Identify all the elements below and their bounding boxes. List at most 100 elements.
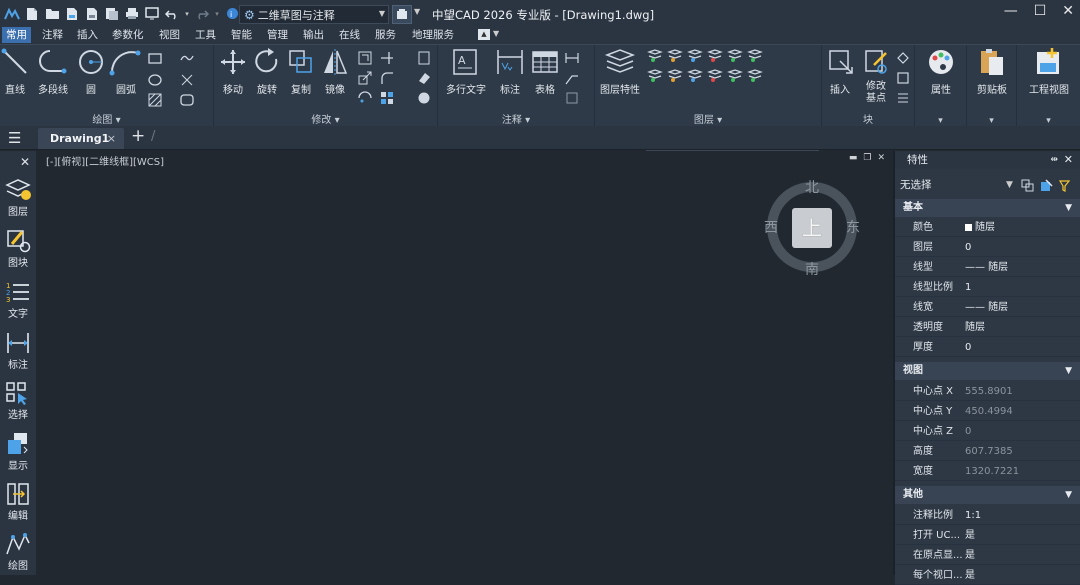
left-item-draw[interactable]: 绘图	[0, 531, 36, 572]
group-annotate-title[interactable]: 注释 ▾	[438, 111, 594, 126]
tab-view[interactable]: 视图	[159, 27, 180, 43]
array-icon[interactable]	[358, 91, 372, 105]
properties-dropdown-icon[interactable]: ▾	[915, 116, 966, 126]
section-basic-header[interactable]: 基本 ▼	[895, 199, 1080, 217]
project-view-dropdown-icon[interactable]: ▾	[1017, 116, 1080, 126]
revcloud-icon[interactable]	[565, 91, 579, 105]
prop-row-ucs-at-origin[interactable]: 在原点显... 是	[895, 547, 1080, 565]
erase-icon[interactable]	[417, 71, 431, 85]
prop-row-annotation-scale[interactable]: 注释比例 1:1	[895, 507, 1080, 525]
viewcube[interactable]: 上 北 南 西 东	[762, 177, 862, 278]
insert-block-button[interactable]: 插入	[824, 47, 856, 96]
prop-row-width[interactable]: 宽度 1320.7221	[895, 463, 1080, 481]
viewport-close-button[interactable]: ✕	[877, 153, 885, 163]
prop-row-height[interactable]: 高度 607.7385	[895, 443, 1080, 461]
compass-top-face[interactable]: 上	[792, 208, 832, 248]
copy-button[interactable]: 复制	[286, 47, 316, 96]
close-tab-icon[interactable]: ×	[107, 128, 116, 149]
region-icon[interactable]	[180, 93, 194, 107]
spline-icon[interactable]	[180, 51, 194, 65]
prop-row-center-y[interactable]: 中心点 Y 450.4994	[895, 403, 1080, 421]
compass-west[interactable]: 西	[764, 217, 778, 237]
maximize-button[interactable]: ☐	[1034, 3, 1047, 19]
clipboard-dropdown-icon[interactable]: ▾	[967, 116, 1016, 126]
prop-row-center-x[interactable]: 中心点 X 555.8901	[895, 383, 1080, 401]
stretch-icon[interactable]	[358, 51, 372, 65]
document-tab[interactable]: Drawing1 ×	[38, 128, 124, 149]
tab-home[interactable]: 常用	[2, 27, 31, 43]
tab-online[interactable]: 在线	[339, 27, 360, 43]
viewport-minimize-button[interactable]: ▬	[849, 153, 858, 163]
undo-dropdown-icon[interactable]: ▾	[184, 5, 190, 22]
prop-row-color[interactable]: 颜色 随层	[895, 219, 1080, 237]
left-item-text[interactable]: 123 文字	[0, 279, 36, 320]
group-draw-title[interactable]: 绘图 ▾	[0, 111, 213, 126]
ribbon-minimize-button[interactable]: ▲	[478, 29, 490, 40]
tab-output[interactable]: 输出	[303, 27, 324, 43]
pin-icon[interactable]: ⇹	[1050, 151, 1058, 169]
prop-row-layer[interactable]: 图层 0	[895, 239, 1080, 257]
chevron-down-icon[interactable]: ▼	[1006, 176, 1013, 194]
redo-icon[interactable]	[194, 5, 210, 22]
tab-insert[interactable]: 插入	[77, 27, 98, 43]
close-button[interactable]: ✕	[1062, 3, 1074, 19]
redo-dropdown-icon[interactable]: ▾	[214, 5, 220, 22]
select-objects-icon[interactable]	[1040, 179, 1053, 192]
rectangle-icon[interactable]	[148, 51, 162, 65]
section-other-header[interactable]: 其他 ▼	[895, 486, 1080, 504]
tab-service[interactable]: 服务	[375, 27, 396, 43]
mtext-button[interactable]: A 多行文字	[444, 47, 488, 96]
trim-icon[interactable]	[380, 51, 394, 65]
app-logo-icon[interactable]	[4, 5, 20, 22]
group-layers-title[interactable]: 图层 ▾	[595, 111, 821, 126]
prop-row-transparency[interactable]: 透明度 随层	[895, 319, 1080, 337]
leader-icon[interactable]	[565, 71, 579, 85]
selection-select[interactable]: 无选择	[900, 176, 932, 194]
minimize-button[interactable]: —	[1004, 3, 1018, 19]
customize-qat-icon[interactable]: ▼	[414, 7, 420, 16]
online-icon[interactable]: i	[224, 5, 240, 22]
arc-button[interactable]: 圆弧	[108, 47, 144, 96]
panel-close-button[interactable]: ✕	[20, 155, 30, 169]
polyline-button[interactable]: 多段线	[34, 47, 72, 96]
left-item-edit[interactable]: 编辑	[0, 481, 36, 522]
section-view-header[interactable]: 视图 ▼	[895, 362, 1080, 380]
prop-row-linetype[interactable]: 线型 —— 随层	[895, 259, 1080, 277]
open-icon[interactable]	[44, 5, 60, 22]
tab-annotate[interactable]: 注释	[42, 27, 63, 43]
prop-row-center-z[interactable]: 中心点 Z0	[895, 423, 1080, 441]
point-icon[interactable]	[180, 73, 194, 87]
project-view-button[interactable]: 工程视图	[1021, 47, 1077, 96]
explode-icon[interactable]	[380, 91, 394, 105]
prop-row-ucs-per-viewport[interactable]: 每个视口... 是	[895, 567, 1080, 585]
toggle-pickadd-icon[interactable]	[1021, 179, 1034, 192]
scale-icon[interactable]	[358, 71, 372, 85]
tab-geo-service[interactable]: 地理服务	[412, 27, 454, 43]
compass-north[interactable]: 北	[805, 177, 819, 197]
hatch-icon[interactable]	[148, 93, 162, 107]
ribbon-options-icon[interactable]: ▼	[493, 29, 499, 38]
layer-properties-button[interactable]: 图层特性	[599, 47, 641, 96]
block-editor-icon[interactable]	[896, 71, 910, 85]
prop-row-linetype-scale[interactable]: 线型比例 1	[895, 279, 1080, 297]
quick-select-icon[interactable]	[1058, 179, 1071, 192]
undo-icon[interactable]	[164, 5, 180, 22]
line-button[interactable]: 直线	[0, 47, 30, 96]
tab-parametric[interactable]: 参数化	[112, 27, 144, 43]
panel-close-icon[interactable]: ✕	[1064, 151, 1073, 169]
circle-button[interactable]: 圆	[76, 47, 106, 96]
print-icon[interactable]	[124, 5, 140, 22]
workspace-select[interactable]: ⚙ 二维草图与注释 ▼	[239, 5, 389, 24]
move-button[interactable]: 移动	[218, 47, 248, 96]
prop-row-ucs-icon-on[interactable]: 打开 UC... 是	[895, 527, 1080, 545]
table-button[interactable]: 表格	[530, 47, 560, 96]
compass-east[interactable]: 东	[846, 217, 860, 237]
attribute-icon[interactable]	[896, 91, 910, 105]
hamburger-menu-icon[interactable]: ☰	[8, 129, 21, 147]
save-as-icon[interactable]	[84, 5, 100, 22]
lengthen-icon[interactable]	[417, 51, 431, 65]
left-item-select[interactable]: 选择	[0, 380, 36, 421]
edit-base-point-button[interactable]: 修改基点	[860, 47, 892, 104]
mirror-button[interactable]: 镜像	[320, 47, 350, 96]
edit-polyline-icon[interactable]	[417, 91, 431, 105]
